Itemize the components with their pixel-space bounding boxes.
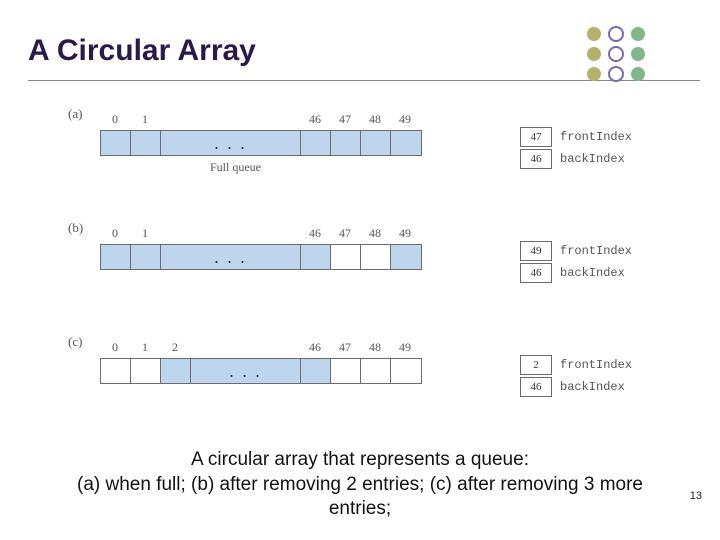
figure-caption: A circular array that represents a queue… — [70, 448, 650, 522]
front-index-label: frontIndex — [560, 130, 632, 144]
array-cells: . . . — [100, 358, 422, 384]
array-row-b: 0 1 46 47 48 49 . . . 49 frontIndex 46 b… — [100, 226, 660, 316]
index-pointer-boxes: 47 frontIndex 46 backIndex — [520, 126, 660, 170]
back-index-value: 46 — [520, 377, 552, 397]
index-labels: 0 1 46 47 48 49 — [100, 226, 500, 242]
array-row-a: 0 1 46 47 48 49 . . . Full queue 47 fron… — [100, 112, 660, 202]
front-index-value: 2 — [520, 355, 552, 375]
front-index-value: 49 — [520, 241, 552, 261]
sublabel-full-queue: Full queue — [210, 160, 261, 175]
index-pointer-boxes: 49 frontIndex 46 backIndex — [520, 240, 660, 284]
subfigure-label-c: (c) — [68, 334, 82, 350]
page-number: 13 — [690, 490, 702, 502]
array-cells: . . . — [100, 130, 422, 156]
back-index-value: 46 — [520, 263, 552, 283]
array-cells: . . . — [100, 244, 422, 270]
subfigure-label-b: (b) — [68, 220, 83, 236]
front-index-label: frontIndex — [560, 244, 632, 258]
index-pointer-boxes: 2 frontIndex 46 backIndex — [520, 354, 660, 398]
index-labels: 0 1 46 47 48 49 — [100, 112, 500, 128]
decorative-dots-icon — [580, 22, 690, 94]
front-index-value: 47 — [520, 127, 552, 147]
index-labels: 0 1 2 46 47 48 49 — [100, 340, 500, 356]
back-index-label: backIndex — [560, 380, 625, 394]
back-index-label: backIndex — [560, 266, 625, 280]
back-index-value: 46 — [520, 149, 552, 169]
array-row-c: 0 1 2 46 47 48 49 . . . 2 frontIndex 46 — [100, 340, 660, 430]
back-index-label: backIndex — [560, 152, 625, 166]
subfigure-label-a: (a) — [68, 106, 82, 122]
front-index-label: frontIndex — [560, 358, 632, 372]
